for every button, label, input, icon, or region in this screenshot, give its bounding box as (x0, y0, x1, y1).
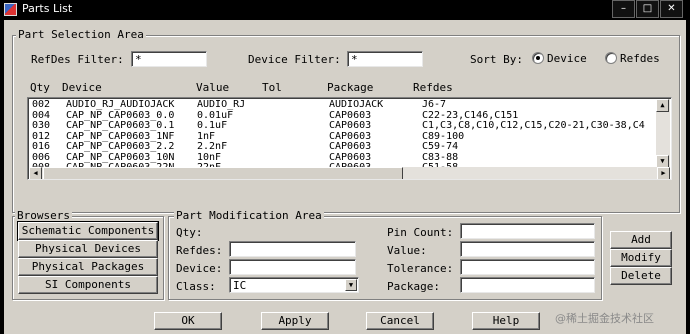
class-select[interactable]: IC ▼ (229, 277, 359, 293)
table-cell-qty: 002 (32, 100, 51, 110)
schematic-components-button[interactable]: Schematic Components (17, 221, 159, 241)
table-cell-package: AUDIOJACK (329, 100, 384, 110)
scroll-right-arrow-icon[interactable]: ▶ (657, 167, 670, 179)
table-cell-device: CAP_NP_CAP0603_0.1 (66, 120, 175, 131)
table-cell-refdes: C1,C3,C8,C10,C12,C15,C20-21,C30-38,C4 (422, 120, 645, 131)
refdes-label: Refdes: (176, 244, 223, 257)
physical-packages-button[interactable]: Physical Packages (18, 258, 158, 276)
vertical-scrollbar[interactable]: ▲ ▼ (656, 99, 670, 168)
table-cell-value: 2.2nF (197, 141, 228, 152)
physical-devices-button[interactable]: Physical Devices (18, 240, 158, 258)
pin-count-label: Pin Count: (387, 226, 454, 239)
qty-label: Qty: (176, 226, 203, 239)
device-input[interactable] (229, 259, 356, 275)
sort-device-label[interactable]: Device (547, 52, 587, 65)
device-label: Device: (176, 262, 223, 275)
table-cell-value: AUDIO_RJ (197, 100, 246, 110)
refdes-filter-input[interactable]: * (131, 51, 207, 67)
column-header-qty[interactable]: Qty (30, 81, 50, 94)
scroll-up-arrow-icon[interactable]: ▲ (656, 99, 669, 112)
table-cell-package: CAP0603 (329, 120, 372, 131)
watermark: @稀土掘金技术社区 (555, 312, 654, 325)
add-button[interactable]: Add (610, 231, 672, 249)
value-input[interactable] (460, 241, 595, 257)
table-cell-refdes: J6-7 (422, 100, 447, 110)
part-modification-legend: Part Modification Area (174, 209, 324, 222)
cancel-button[interactable]: Cancel (366, 312, 434, 330)
column-header-refdes[interactable]: Refdes (413, 81, 453, 94)
pin-count-input[interactable] (460, 223, 595, 239)
dropdown-arrow-icon[interactable]: ▼ (345, 279, 357, 291)
app-icon (4, 3, 17, 16)
package-label: Package: (387, 280, 440, 293)
part-selection-legend: Part Selection Area (16, 28, 146, 41)
table-cell-device: AUDIO_RJ_AUDIOJACK (66, 100, 175, 110)
apply-button[interactable]: Apply (261, 312, 329, 330)
parts-list-rows: 002 AUDIO_RJ_AUDIOJACK AUDIO_RJ AUDIOJACK J6… (32, 100, 656, 168)
table-cell-value: 0.1uF (197, 120, 228, 131)
title-bar[interactable]: Parts List – □ ✕ (0, 0, 690, 20)
column-header-value[interactable]: Value (196, 81, 229, 94)
table-row[interactable]: 016 CAP_NP_CAP0603_2.2 2.2nF CAP0603 C59-74 (32, 141, 656, 153)
horizontal-scroll-thumb[interactable] (43, 167, 403, 179)
refdes-filter-label: RefDes Filter: (31, 53, 124, 66)
minimize-button[interactable]: – (612, 0, 635, 18)
class-select-value: IC (233, 279, 247, 292)
table-cell-refdes: C59-74 (422, 141, 459, 152)
table-cell-qty: 016 (32, 141, 51, 152)
tolerance-input[interactable] (460, 259, 595, 275)
value-label: Value: (387, 244, 427, 257)
dialog-body: Part Selection Area RefDes Filter: * Dev… (4, 20, 686, 334)
table-row[interactable]: 002 AUDIO_RJ_AUDIOJACK AUDIO_RJ AUDIOJACK J6… (32, 100, 656, 111)
column-header-device[interactable]: Device (62, 81, 102, 94)
table-row[interactable]: 030 CAP_NP_CAP0603_0.1 0.1uF CAP0603 C1,C3,C… (32, 120, 656, 132)
delete-button[interactable]: Delete (610, 267, 672, 285)
scroll-left-arrow-icon[interactable]: ◀ (29, 167, 42, 179)
package-input[interactable] (460, 277, 595, 293)
browsers-legend: Browsers (15, 209, 72, 222)
horizontal-scrollbar[interactable]: ◀ ▶ (29, 167, 670, 179)
parts-list[interactable]: 002 AUDIO_RJ_AUDIOJACK AUDIO_RJ AUDIOJACK J6… (27, 97, 672, 180)
sort-refdes-label[interactable]: Refdes (620, 52, 660, 65)
ok-button[interactable]: OK (154, 312, 222, 330)
si-components-button[interactable]: SI Components (18, 276, 158, 294)
sort-refdes-radio[interactable] (605, 52, 617, 64)
modify-button[interactable]: Modify (610, 249, 672, 267)
column-header-package[interactable]: Package (327, 81, 373, 94)
class-label: Class: (176, 280, 216, 293)
device-filter-label: Device Filter: (248, 53, 341, 66)
tolerance-label: Tolerance: (387, 262, 454, 275)
help-button[interactable]: Help (472, 312, 540, 330)
sort-by-label: Sort By: (470, 53, 523, 66)
close-button[interactable]: ✕ (660, 0, 683, 18)
maximize-button[interactable]: □ (636, 0, 659, 18)
window-title: Parts List (22, 2, 73, 15)
column-header-tol[interactable]: Tol (262, 81, 282, 94)
device-filter-input[interactable]: * (347, 51, 423, 67)
refdes-input[interactable] (229, 241, 356, 257)
table-cell-qty: 030 (32, 120, 51, 131)
table-cell-package: CAP0603 (329, 141, 372, 152)
sort-device-radio[interactable] (532, 52, 544, 64)
table-cell-device: CAP_NP_CAP0603_2.2 (66, 141, 175, 152)
